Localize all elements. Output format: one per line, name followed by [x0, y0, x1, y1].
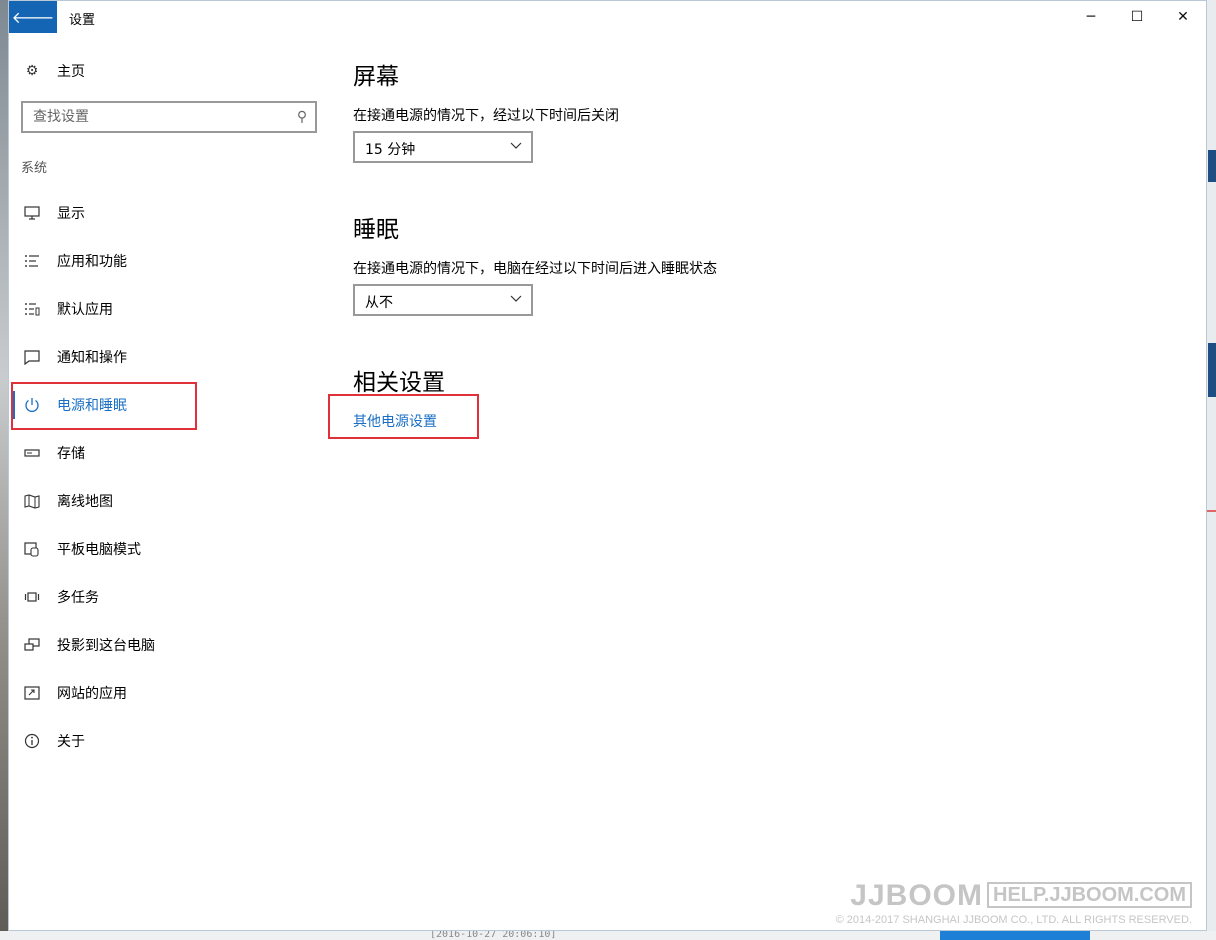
sidebar-item-label: 关于: [57, 734, 85, 750]
sidebar-item-label: 默认应用: [57, 302, 113, 318]
sidebar-item-label: 投影到这台电脑: [57, 638, 155, 654]
sidebar-item-notifications[interactable]: 通知和操作: [9, 333, 329, 381]
sidebar-item-multitasking[interactable]: 多任务: [9, 573, 329, 621]
sidebar-item-storage[interactable]: 存储: [9, 429, 329, 477]
background-window-fragment: [1208, 343, 1216, 397]
close-icon: ✕: [1177, 9, 1189, 25]
sidebar-item-label: 显示: [57, 206, 85, 222]
related-settings-heading: 相关设置: [353, 370, 445, 396]
close-button[interactable]: ✕: [1160, 1, 1206, 33]
sidebar-item-label: 平板电脑模式: [57, 542, 141, 558]
info-icon: [23, 732, 41, 750]
sidebar-item-project-to-pc[interactable]: 投影到这台电脑: [9, 621, 329, 669]
title-bar: 🡐 设置 ─ ☐ ✕: [9, 1, 1206, 33]
window-title: 设置: [69, 13, 96, 28]
highlight-box-power-sleep: [11, 382, 197, 430]
maximize-button[interactable]: ☐: [1114, 1, 1160, 33]
desktop-background-right: [1207, 0, 1216, 940]
chevron-down-icon: [509, 138, 523, 156]
multitask-icon: [23, 588, 41, 606]
storage-icon: [23, 444, 41, 462]
watermark: JJBOOM HELP.JJBOOM.COM © 2014-2017 SHANGH…: [836, 879, 1192, 926]
sleep-description: 在接通电源的情况下，电脑在经过以下时间后进入睡眠状态: [353, 261, 717, 277]
search-box[interactable]: ⚲: [21, 101, 317, 133]
sidebar-item-apps-for-websites[interactable]: 网站的应用: [9, 669, 329, 717]
watermark-logo: JJBOOM: [850, 879, 983, 912]
map-icon: [23, 492, 41, 510]
list-icon: [23, 252, 41, 270]
back-button[interactable]: 🡐: [9, 1, 57, 33]
sleep-timeout-value: 从不: [365, 295, 393, 311]
sidebar-item-label: 多任务: [57, 590, 99, 606]
web-app-icon: [23, 684, 41, 702]
sidebar-item-default-apps[interactable]: 默认应用: [9, 285, 329, 333]
sidebar-item-label: 离线地图: [57, 494, 113, 510]
desktop-background-left: [0, 0, 8, 940]
screen-description: 在接通电源的情况下，经过以下时间后关闭: [353, 108, 619, 124]
screen-timeout-value: 15 分钟: [365, 142, 416, 158]
settings-window: 🡐 设置 ─ ☐ ✕ ⚙ 主页 ⚲ 系统 显示 应: [8, 0, 1207, 931]
section-label: 系统: [21, 161, 48, 176]
sleep-timeout-dropdown[interactable]: 从不: [353, 284, 533, 316]
default-apps-icon: [23, 300, 41, 318]
message-icon: [23, 348, 41, 366]
highlight-box-power-settings-link: [328, 394, 479, 439]
watermark-copyright: © 2014-2017 SHANGHAI JJBOOM CO., LTD. AL…: [835, 914, 1192, 926]
sidebar-item-display[interactable]: 显示: [9, 189, 329, 237]
sidebar-home-label: 主页: [57, 64, 85, 80]
desktop-background-bottom: [2016-10-27 20:06:10]: [0, 929, 1216, 940]
watermark-site: HELP.JJBOOM.COM: [987, 882, 1192, 908]
background-window-fragment: [1208, 150, 1216, 182]
project-icon: [23, 636, 41, 654]
gear-icon: ⚙: [25, 63, 39, 79]
back-arrow-icon: 🡐: [11, 8, 55, 27]
sidebar-item-label: 通知和操作: [57, 350, 127, 366]
monitor-icon: [23, 204, 41, 222]
chevron-down-icon: [509, 291, 523, 309]
sidebar-item-tablet-mode[interactable]: 平板电脑模式: [9, 525, 329, 573]
minimize-icon: ─: [1086, 9, 1096, 25]
background-window-fragment: [1207, 510, 1216, 512]
background-taskbar-fragment: [940, 931, 1090, 940]
search-input[interactable]: [33, 108, 283, 126]
sidebar-item-label: 存储: [57, 446, 85, 462]
tablet-icon: [23, 540, 41, 558]
sidebar-item-label: 网站的应用: [57, 686, 127, 702]
sidebar-item-about[interactable]: 关于: [9, 717, 329, 765]
screen-heading: 屏幕: [353, 64, 399, 90]
sidebar-item-label: 应用和功能: [57, 254, 127, 270]
sidebar-item-offline-maps[interactable]: 离线地图: [9, 477, 329, 525]
screen-timeout-dropdown[interactable]: 15 分钟: [353, 131, 533, 163]
minimize-button[interactable]: ─: [1068, 1, 1114, 33]
sidebar-nav: 显示 应用和功能 默认应用 通知和操作 电源和睡眠 存储 离线地图 平板电脑模式…: [9, 189, 329, 765]
sidebar-item-apps-features[interactable]: 应用和功能: [9, 237, 329, 285]
search-icon[interactable]: ⚲: [293, 108, 311, 126]
maximize-icon: ☐: [1130, 9, 1144, 25]
sleep-heading: 睡眠: [353, 217, 399, 243]
sidebar-home[interactable]: ⚙ 主页: [23, 59, 85, 83]
